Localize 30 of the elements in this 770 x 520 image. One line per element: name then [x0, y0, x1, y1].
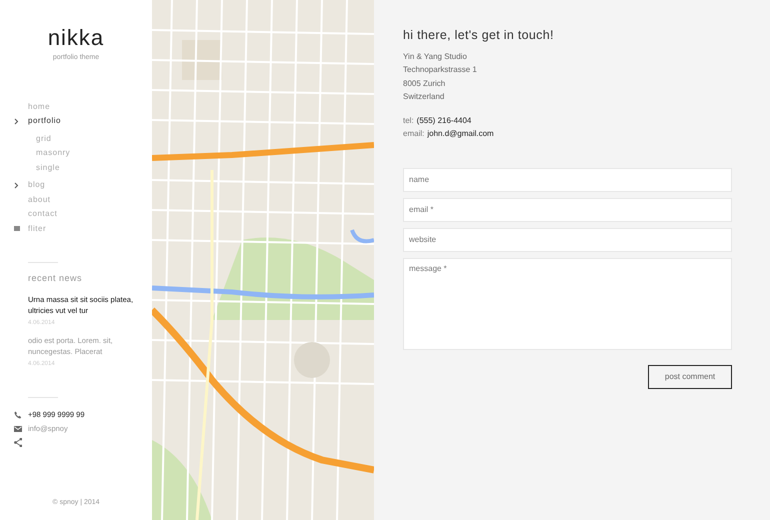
phone-icon: [14, 410, 22, 418]
address-line: Technoparkstrasse 1: [403, 64, 478, 76]
nav-link[interactable]: about: [28, 194, 51, 206]
mail-icon: [14, 426, 22, 432]
nav-link[interactable]: portfolio: [28, 115, 61, 128]
input-field[interactable]: website: [403, 228, 732, 252]
address-line: Yin & Yang Studio: [403, 50, 468, 63]
nav-link[interactable]: blog: [28, 179, 46, 192]
section-title: recent news: [28, 272, 84, 285]
submenu-link[interactable]: grid: [36, 132, 152, 146]
contact-heading: hi there, let's get in touch!: [403, 27, 555, 44]
message-field[interactable]: message *: [403, 258, 732, 350]
nav-link[interactable]: home: [28, 100, 50, 113]
chevron-icon: [14, 182, 19, 189]
share-icon[interactable]: [14, 438, 22, 447]
logo[interactable]: nikka: [48, 26, 104, 50]
post-comment-button[interactable]: post comment: [648, 364, 732, 389]
input-field[interactable]: name: [403, 168, 732, 192]
address-line: 8005 Zurich: [403, 78, 446, 90]
chevron-icon: [14, 118, 19, 125]
detail-label: tel:: [403, 114, 414, 127]
submenu-link[interactable]: masonry: [36, 146, 152, 160]
nav-link[interactable]: contact: [28, 208, 58, 220]
detail-value: (555) 216-4404: [416, 114, 472, 127]
submenu-link[interactable]: single: [36, 160, 152, 175]
address-line: Switzerland: [403, 91, 446, 104]
nav-link[interactable]: fliter: [28, 222, 46, 235]
detail-value: john.d@gmail.com: [427, 128, 494, 140]
input-field[interactable]: email *: [403, 198, 732, 222]
detail-label: email:: [403, 128, 424, 140]
